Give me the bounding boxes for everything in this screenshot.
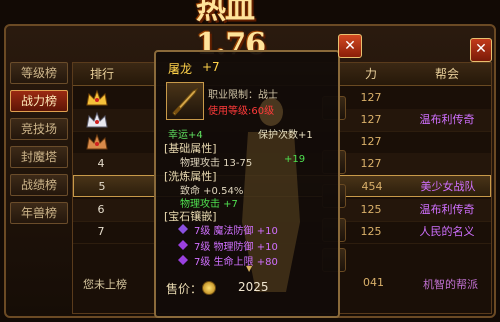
sidebar-item-beast[interactable]: 年兽榜 bbox=[10, 202, 68, 224]
job-restriction: 职业限制：战士 bbox=[208, 90, 278, 101]
price-value: 2025 bbox=[238, 280, 269, 294]
rank-number: 7 bbox=[97, 225, 105, 238]
sidebar-item-power[interactable]: 战力榜 bbox=[10, 90, 68, 112]
power-value: 454 bbox=[361, 180, 383, 193]
power-value: 125 bbox=[360, 203, 382, 216]
sidebar: 等级榜 战力榜 竞技场 封魔塔 战绩榜 年兽榜 bbox=[10, 62, 68, 230]
scroll-down-icon[interactable]: ▼ bbox=[246, 264, 252, 273]
gem-icon bbox=[178, 255, 188, 265]
item-tooltip: 屠龙 +7 职业限制：战士 使用等级:60级 幸运+4 保护次数+1 [基础属性… bbox=[154, 50, 340, 318]
use-level: 使用等级:60级 bbox=[208, 106, 275, 117]
sidebar-item-demon-tower[interactable]: 封魔塔 bbox=[10, 146, 68, 168]
rank-number: 6 bbox=[97, 203, 105, 216]
luck-stat: 幸运+4 bbox=[168, 130, 203, 141]
guild-name: 温布利传奇 bbox=[419, 113, 475, 126]
not-ranked-label: 您未上榜 bbox=[83, 278, 127, 291]
self-power-value: 041 bbox=[363, 276, 384, 289]
sidebar-item-record[interactable]: 战绩榜 bbox=[10, 174, 68, 196]
sidebar-item-arena[interactable]: 竞技场 bbox=[10, 118, 68, 140]
item-enhance-level: +7 bbox=[202, 60, 220, 74]
base-attack-bonus: +19 bbox=[284, 154, 306, 165]
item-name: 屠龙 bbox=[168, 62, 193, 76]
gem-stat: 7级 物理防御 +10 bbox=[194, 242, 278, 253]
gem-icon bbox=[178, 240, 188, 250]
guild-name bbox=[403, 153, 491, 175]
guild-name: 人民的名义 bbox=[419, 225, 475, 238]
header-guild: 帮会 bbox=[434, 67, 459, 81]
guild-name bbox=[403, 87, 491, 109]
power-value: 127 bbox=[360, 157, 382, 170]
self-guild-name: 机智的帮派 bbox=[423, 278, 478, 291]
sidebar-item-level[interactable]: 等级榜 bbox=[10, 62, 68, 84]
header-power: 力 bbox=[364, 67, 377, 81]
bronze-crown-icon bbox=[86, 133, 108, 150]
rank-number: 4 bbox=[97, 157, 105, 170]
gold-crown-icon bbox=[86, 89, 108, 106]
game-logo: 热血1.76 bbox=[196, 0, 266, 62]
guild-name: 温布利传奇 bbox=[419, 203, 475, 216]
gem-stat: 7级 生命上限 +80 bbox=[194, 257, 278, 268]
guild-name: 美少女战队 bbox=[420, 180, 476, 193]
tooltip-close-button[interactable]: ✕ bbox=[338, 34, 362, 58]
close-button[interactable]: ✕ bbox=[470, 38, 492, 62]
coin-icon bbox=[202, 281, 216, 295]
power-value: 125 bbox=[360, 225, 382, 238]
guild-name bbox=[403, 131, 491, 153]
sword-icon bbox=[166, 82, 204, 120]
power-value: 127 bbox=[360, 135, 382, 148]
base-attack: 物理攻击 13-75 bbox=[180, 158, 253, 169]
silver-crown-icon bbox=[86, 111, 108, 128]
power-value: 127 bbox=[360, 113, 382, 126]
header-rank: 排行 bbox=[89, 67, 114, 81]
gem-stat: 7级 魔法防御 +10 bbox=[194, 226, 278, 237]
rank-number: 5 bbox=[98, 180, 106, 193]
protect-count: 保护次数+1 bbox=[258, 130, 313, 141]
power-value: 127 bbox=[360, 91, 382, 104]
price-label: 售价： bbox=[166, 282, 203, 296]
gem-icon bbox=[178, 224, 188, 234]
